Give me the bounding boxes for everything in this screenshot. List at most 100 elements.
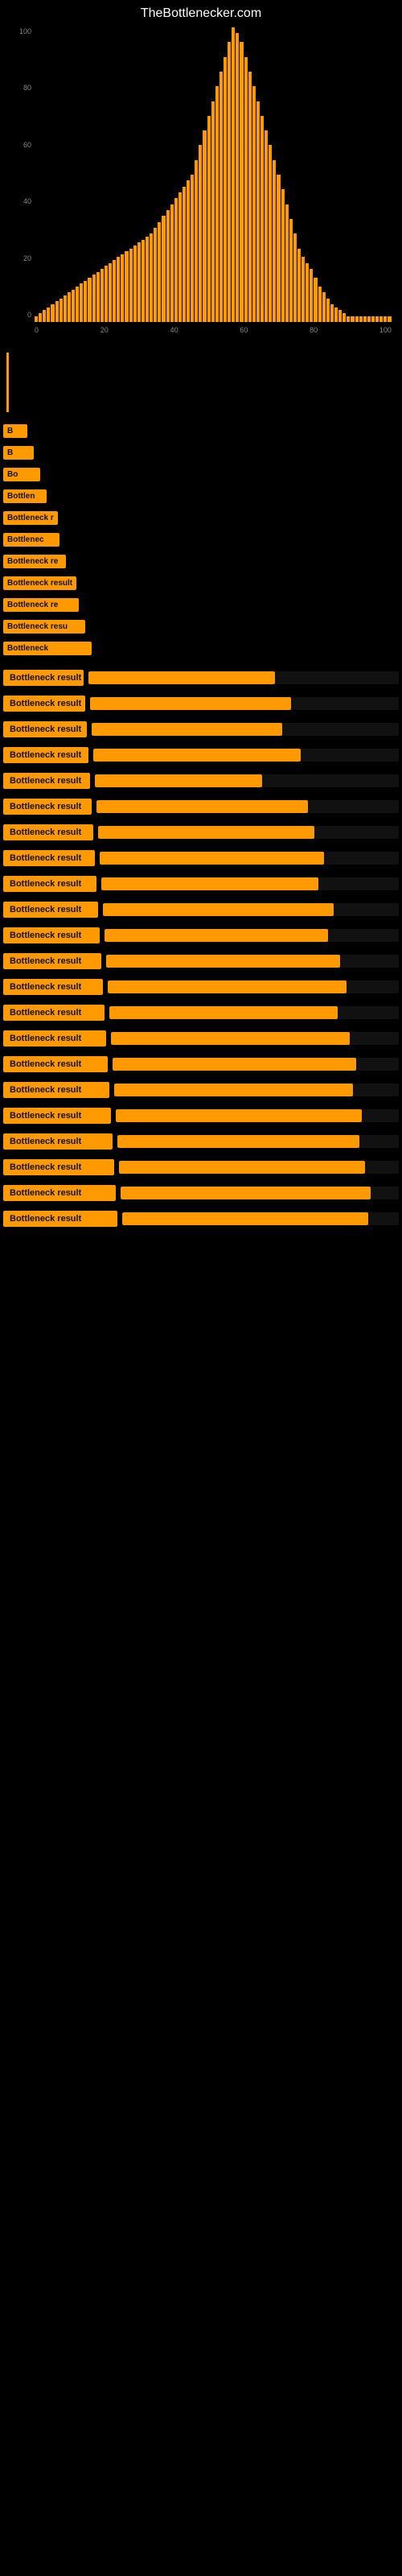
result-bar-fill (116, 1109, 362, 1122)
chart-bar (203, 130, 206, 322)
chart-bar (367, 316, 371, 322)
chart-bar (347, 316, 350, 322)
result-bar-bg (119, 1161, 399, 1174)
bottleneck-badge: Bottleneck result (3, 850, 95, 866)
result-bar-fill (93, 749, 301, 762)
list-item: Bottleneck result (3, 848, 399, 869)
list-item: Bottleneck result (3, 770, 399, 791)
chart-bar (133, 246, 137, 322)
y-label-100: 100 (19, 27, 31, 35)
chart-bar (219, 72, 223, 322)
result-bar-bg (116, 1109, 399, 1122)
bottleneck-badge: Bottleneck result (3, 773, 90, 789)
result-bar-bg (122, 1212, 399, 1225)
chart-bar (302, 257, 305, 322)
result-badge: Bottleneck resu (3, 620, 85, 634)
result-bar-bg (101, 877, 399, 890)
bottleneck-badge: Bottleneck result (3, 1056, 108, 1072)
y-axis: 100 80 60 40 20 0 (4, 24, 35, 322)
result-bar-fill (100, 852, 324, 865)
bottleneck-badge: Bottleneck result (3, 721, 87, 737)
chart-bar (207, 116, 211, 322)
chart-bar (384, 316, 387, 322)
result-bar-bg (92, 723, 399, 736)
result-bar-bg (108, 980, 399, 993)
bottleneck-badge: Bottleneck result (3, 1108, 111, 1124)
list-item: Bottleneck (3, 639, 399, 657)
chart-bar (232, 27, 235, 322)
result-bar-bg (121, 1187, 399, 1199)
list-item: Bottleneck result (3, 873, 399, 894)
list-item: Bottleneck result (3, 1105, 399, 1126)
small-results-list: BBBoBottlenBottleneck rBottlenecBottlene… (0, 419, 402, 664)
result-bar-fill (92, 723, 282, 736)
bottleneck-badge: Bottleneck result (3, 979, 103, 995)
result-bar-fill (88, 671, 275, 684)
result-bar-fill (113, 1058, 356, 1071)
list-item: Bottleneck re (3, 552, 399, 570)
x-label-40: 40 (170, 326, 178, 334)
chart-bar (306, 263, 309, 322)
chart-bar (375, 316, 379, 322)
chart-bar (174, 198, 178, 322)
result-bar-fill (90, 697, 291, 710)
bottleneck-badge: Bottleneck result (3, 876, 96, 892)
chart-bar (96, 272, 100, 322)
bottleneck-badge: Bottleneck result (3, 1082, 109, 1098)
chart-bar (318, 287, 322, 322)
chart-bar (80, 283, 83, 322)
chart-bar (326, 299, 330, 322)
result-bar-bg (93, 749, 399, 762)
chart-bar (199, 145, 202, 322)
chart-bar (355, 316, 359, 322)
result-bar-fill (119, 1161, 365, 1174)
result-bar-bg (114, 1084, 399, 1096)
list-item: Bottleneck result (3, 796, 399, 817)
chart-bar (117, 257, 120, 322)
chart-bar (183, 187, 186, 322)
y-label-80: 80 (23, 84, 31, 92)
chart-bar (248, 72, 252, 322)
chart-bar (113, 260, 116, 322)
chart-bar (322, 292, 326, 322)
x-label-100: 100 (379, 326, 392, 334)
list-item: Bottleneck result (3, 1054, 399, 1075)
result-badge: B (3, 424, 27, 438)
result-badge: Bottleneck re (3, 555, 66, 568)
chart-bar (121, 254, 124, 322)
list-item: Bottleneck result (3, 1131, 399, 1152)
list-item: Bottlenec (3, 530, 399, 548)
chart-bar (170, 204, 174, 322)
bottleneck-badge: Bottleneck result (3, 747, 88, 763)
chart-bar (84, 281, 87, 322)
chart-bar (137, 242, 141, 322)
chart-bar (359, 316, 363, 322)
main-chart: 100 80 60 40 20 0 0 20 40 60 80 100 (4, 24, 398, 346)
x-label-80: 80 (310, 326, 318, 334)
y-label-20: 20 (23, 254, 31, 262)
chart-bar (334, 308, 338, 322)
chart-bar (240, 42, 243, 322)
bottleneck-badge: Bottleneck result (3, 799, 92, 815)
chart-bar (244, 57, 248, 322)
result-bar-fill (103, 903, 334, 916)
chart-bar (35, 316, 38, 322)
chart-bar (269, 145, 272, 322)
bottleneck-badge: Bottleneck result (3, 1133, 113, 1150)
result-bar-fill (114, 1084, 353, 1096)
result-bar-fill (121, 1187, 371, 1199)
chart-bar (228, 42, 231, 322)
result-badge: Bottlenec (3, 533, 59, 547)
list-item: B (3, 422, 399, 440)
bottleneck-badge: Bottleneck result (3, 824, 93, 840)
y-label-0: 0 (27, 311, 31, 319)
result-bar-fill (108, 980, 347, 993)
list-item: Bottleneck result (3, 1002, 399, 1023)
x-label-60: 60 (240, 326, 248, 334)
x-label-0: 0 (35, 326, 39, 334)
bottleneck-badge: Bottleneck result (3, 1005, 105, 1021)
result-bar-bg (111, 1032, 399, 1045)
chart-bar (105, 266, 108, 322)
list-item: Bottlen (3, 487, 399, 505)
chart-bar (338, 310, 342, 322)
